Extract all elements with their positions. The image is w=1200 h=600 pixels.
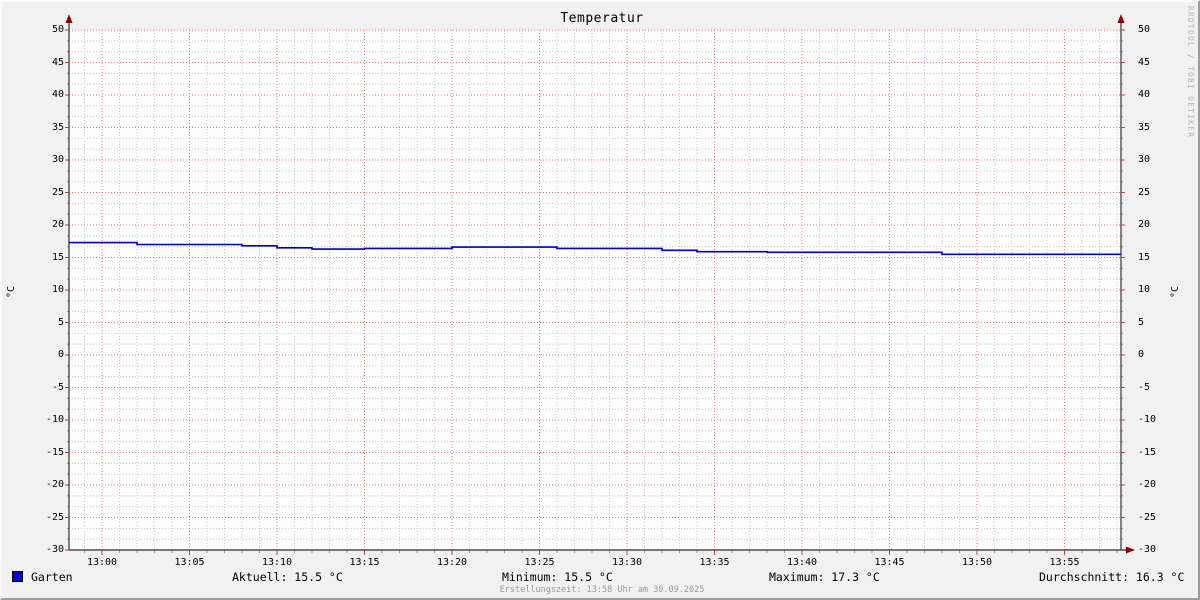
y-tick-label: -5: [1138, 381, 1151, 393]
plot-area: [65, 14, 1135, 555]
x-tick-label: 13:35: [699, 557, 730, 568]
y-tick-label: 40: [1138, 89, 1151, 100]
y-tick-label: -20: [1138, 479, 1157, 490]
y-tick-label: 10: [51, 284, 64, 295]
y-tick-label: -25: [1138, 511, 1157, 523]
x-tick-label: 13:50: [961, 557, 993, 568]
legend-aktuell-value: Aktuell: 15.5 °C: [232, 570, 343, 584]
x-tick-label: 13:05: [174, 557, 205, 568]
y-tick-label: 20: [1138, 219, 1151, 230]
y-tick-label: 20: [51, 219, 64, 230]
y-tick-label: 5: [57, 316, 64, 328]
y-tick-label: -15: [45, 446, 64, 458]
x-tick-label: 13:25: [524, 557, 555, 568]
legend-minimum-value: Minimum: 15.5 °C: [502, 570, 613, 584]
x-tick-label: 13:45: [874, 557, 905, 568]
y-tick-label: 45: [1138, 56, 1151, 68]
y-tick-label: 25: [51, 186, 64, 198]
y-tick-label: 25: [1138, 186, 1151, 198]
y-tick-label: 35: [1138, 121, 1151, 133]
y-tick-label: 40: [51, 89, 64, 100]
x-tick-label: 13:30: [611, 557, 643, 568]
legend-series-label: Garten: [31, 570, 73, 584]
y-axis-unit-right: °C: [1169, 285, 1181, 299]
y-tick-label: -5: [51, 381, 64, 393]
y-tick-label: -10: [1138, 414, 1157, 425]
rrdtool-temperature-graph: Temperatur 50 45 40 35 30 25 20 15 10 5 0 -5 -10 -15-…: [0, 0, 1200, 600]
y-tick-label: 30: [51, 154, 64, 165]
y-tick-label: -15: [1138, 446, 1157, 458]
x-tick-label: 13:40: [786, 557, 818, 568]
y-tick-label: 30: [1138, 154, 1151, 165]
y-tick-label: 50: [51, 24, 64, 35]
y-tick-label: 45: [51, 56, 64, 68]
x-tick-label: 13:10: [261, 557, 293, 568]
x-tick-label: 13:20: [436, 557, 468, 568]
y-tick-label: 35: [51, 121, 64, 133]
x-tick-label: 13:55: [1049, 557, 1080, 568]
y-tick-label: -30: [45, 544, 64, 555]
y-tick-label: 15: [1138, 251, 1151, 263]
y-tick-label: 5: [1138, 316, 1145, 328]
y-tick-label: -10: [45, 414, 64, 425]
y-tick-label: 15: [51, 251, 64, 263]
y-tick-label: -20: [45, 479, 64, 490]
legend-color-swatch: [12, 571, 23, 582]
rrdtool-watermark: RRDTOOL / TOBI OETIKER: [1186, 6, 1195, 139]
y-tick-label: -30: [1138, 544, 1157, 555]
legend-maximum-value: Maximum: 17.3 °C: [769, 570, 880, 584]
legend-durchschnitt-value: Durchschnitt: 16.3 °C: [1039, 570, 1185, 584]
y-tick-label: 50: [1138, 24, 1151, 35]
y-tick-label: 0: [1138, 349, 1145, 360]
y-tick-label: 0: [57, 349, 64, 360]
creation-time-note: Erstellungszeit: 13:58 Uhr am 30.09.2025: [499, 585, 705, 595]
y-tick-label: -25: [45, 511, 64, 523]
x-tick-label: 13:00: [86, 557, 118, 568]
y-axis-unit-left: °C: [5, 285, 17, 299]
x-tick-label: 13:15: [349, 557, 380, 568]
